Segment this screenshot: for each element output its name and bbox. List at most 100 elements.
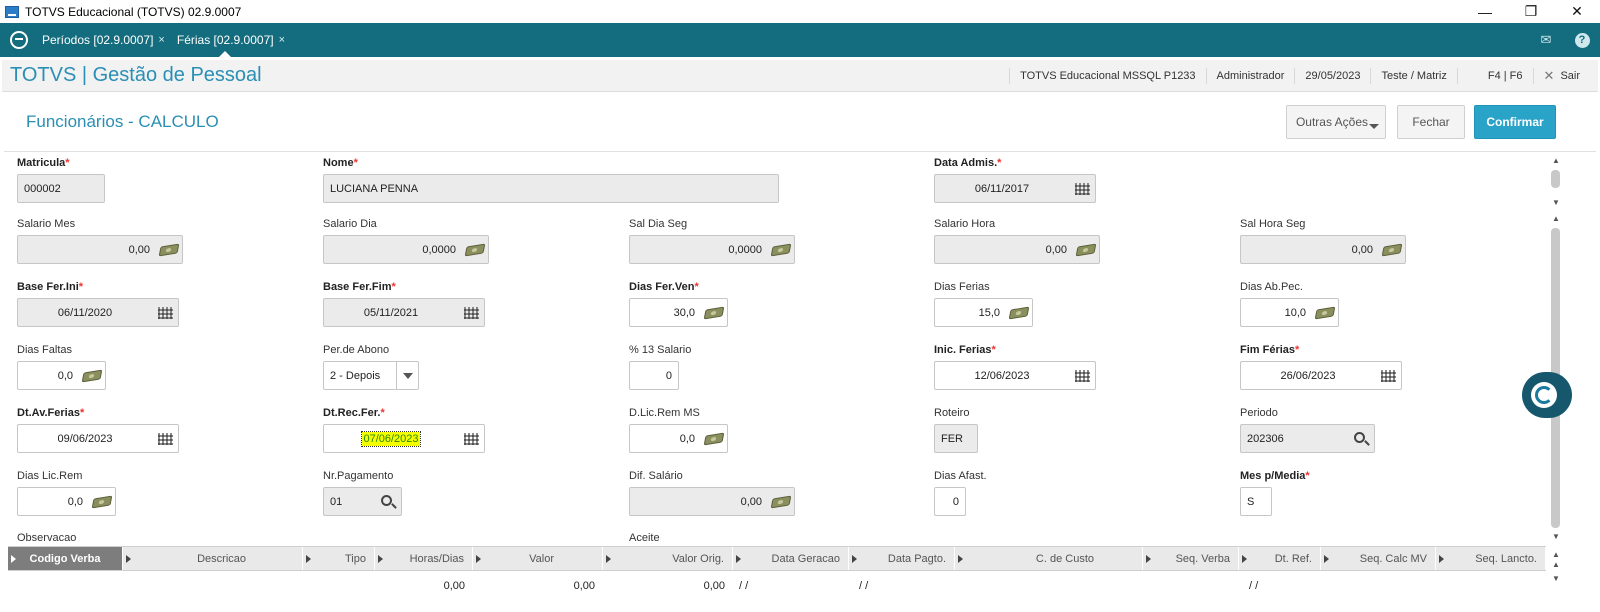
scroll-thumb[interactable] [1551,170,1560,188]
col-seq-verba[interactable]: Seq. Verba [1143,547,1239,570]
dt-av-ferias-input[interactable]: 09/06/2023 [17,424,179,453]
col-codigo-verba[interactable]: Codigo Verba [8,547,123,570]
fim-ferias-input[interactable]: 26/06/2023 [1240,361,1402,390]
scroll-up-icon[interactable]: ▲ [1552,560,1560,569]
calendar-button[interactable] [152,299,178,326]
calendar-button[interactable] [152,425,178,452]
salario-mes-input[interactable]: 0,00 [17,235,183,264]
sal-dia-seg-input[interactable]: 0,0000 [629,235,795,264]
form-scrollbar[interactable]: ▲ ▼ ▲ ▼ [1548,152,1564,546]
col-label: Descricao [197,552,246,565]
mail-icon[interactable]: ✉ [1528,23,1564,57]
totvs-logo-icon[interactable] [10,31,28,49]
help-button[interactable]: ? [1564,23,1600,57]
calculator-button[interactable] [1073,236,1099,263]
close-button[interactable]: Fechar [1397,105,1465,139]
calculator-button[interactable] [462,236,488,263]
calendar-button[interactable] [1069,362,1095,389]
tab-close-icon[interactable]: × [279,34,285,46]
search-button[interactable] [1348,425,1374,452]
col-tipo[interactable]: Tipo [303,547,375,570]
base-fer-ini-input[interactable]: 06/11/2020 [17,298,179,327]
calculator-button[interactable] [1006,299,1032,326]
nome-input[interactable]: LUCIANA PENNA [323,174,779,203]
field-label: Sal Hora Seg [1240,218,1306,230]
salario-dia-input[interactable]: 0,0000 [323,235,489,264]
restore-button[interactable]: ❐ [1508,0,1554,23]
chat-button[interactable] [1522,372,1572,418]
dt-rec-fer-input[interactable]: 07/06/2023 [323,424,485,453]
col-label: Tipo [345,552,366,565]
field-value: 15,0 [978,306,1000,319]
nr-pagamento-input[interactable]: 01 [323,487,402,516]
inic-ferias-input[interactable]: 12/06/2023 [934,361,1096,390]
tab-periodos[interactable]: Períodos [02.9.0007] × [42,23,169,57]
calculator-button[interactable] [1379,236,1405,263]
calendar-button[interactable] [1375,362,1401,389]
scroll-up-icon[interactable]: ▲ [1552,156,1560,165]
calendar-button[interactable] [458,425,484,452]
col-valor[interactable]: Valor [473,547,603,570]
dias-ab-pec-input[interactable]: 10,0 [1240,298,1339,327]
dias-fer-ven-input[interactable]: 30,0 [629,298,728,327]
pct-13-salario-input[interactable]: 0 [629,361,679,390]
col-c-de-custo[interactable]: C. de Custo [955,547,1143,570]
field-value: 30,0 [673,306,695,319]
search-button[interactable] [375,488,401,515]
salario-hora-input[interactable]: 0,00 [934,235,1100,264]
tab-ferias[interactable]: Férias [02.9.0007] × [177,23,289,57]
calculator-button[interactable] [701,299,727,326]
tab-close-icon[interactable]: × [158,34,164,46]
scroll-up-icon[interactable]: ▲ [1552,550,1560,559]
scroll-up-icon[interactable]: ▲ [1552,214,1560,223]
dias-faltas-input[interactable]: 0,0 [17,361,106,390]
periodo-input[interactable]: 202306 [1240,424,1375,453]
shortcut-keys[interactable]: F4 | F6 [1456,68,1533,84]
scroll-down-icon[interactable]: ▼ [1552,198,1560,207]
data-admis-input[interactable]: 06/11/2017 [934,174,1096,203]
field-value: 0,0000 [728,243,762,256]
calendar-button[interactable] [458,299,484,326]
calculator-button[interactable] [89,488,115,515]
exit-label: Sair [1560,70,1580,82]
close-window-button[interactable]: ✕ [1554,0,1600,23]
base-fer-fim-input[interactable]: 05/11/2021 [323,298,485,327]
col-horas-dias[interactable]: Horas/Dias [375,547,473,570]
dias-lic-rem-input[interactable]: 0,0 [17,487,116,516]
sal-hora-seg-input[interactable]: 0,00 [1240,235,1406,264]
dias-afast-input[interactable]: 0 [934,487,966,516]
calculator-button[interactable] [79,362,105,389]
other-actions-button[interactable]: Outras Ações [1286,105,1386,139]
calculator-button[interactable] [1312,299,1338,326]
col-data-pagto[interactable]: Data Pagto. [849,547,955,570]
matricula-input[interactable]: 000002 [17,174,105,203]
calculator-button[interactable] [701,425,727,452]
d-lic-rem-ms-input[interactable]: 0,0 [629,424,728,453]
calendar-icon [463,306,479,319]
dropdown-icon[interactable] [396,362,418,389]
per-abono-select[interactable]: 2 - Depois [323,361,419,390]
calendar-button[interactable] [1069,175,1095,202]
scroll-down-icon[interactable]: ▼ [1552,574,1560,583]
calculator-button[interactable] [768,488,794,515]
calculator-button[interactable] [768,236,794,263]
dif-salario-input[interactable]: 0,00 [629,487,795,516]
scroll-down-icon[interactable]: ▼ [1552,532,1560,541]
grid-scrollbar[interactable]: ▲ ▲ ▼ [1548,548,1564,612]
col-dt-ref[interactable]: Dt. Ref. [1239,547,1321,570]
minimize-button[interactable]: — [1462,0,1508,23]
branch-label[interactable]: Teste / Matriz [1370,68,1456,84]
mes-p-media-input[interactable]: S [1240,487,1272,516]
roteiro-input[interactable]: FER [934,424,978,453]
col-valor-orig[interactable]: Valor Orig. [603,547,733,570]
exit-button[interactable]: ✕ Sair [1532,68,1598,84]
table-row[interactable]: 0,00 0,00 0,00 / / / / / / [8,573,1546,599]
dias-ferias-input[interactable]: 15,0 [934,298,1033,327]
col-descricao[interactable]: Descricao [123,547,303,570]
col-seq-calc-mv[interactable]: Seq. Calc MV [1321,547,1436,570]
col-data-geracao[interactable]: Data Geracao [733,547,849,570]
col-seq-lancto[interactable]: Seq. Lancto. [1436,547,1546,570]
confirm-button[interactable]: Confirmar [1474,105,1556,139]
calculator-button[interactable] [156,236,182,263]
col-label: Seq. Verba [1175,552,1230,565]
